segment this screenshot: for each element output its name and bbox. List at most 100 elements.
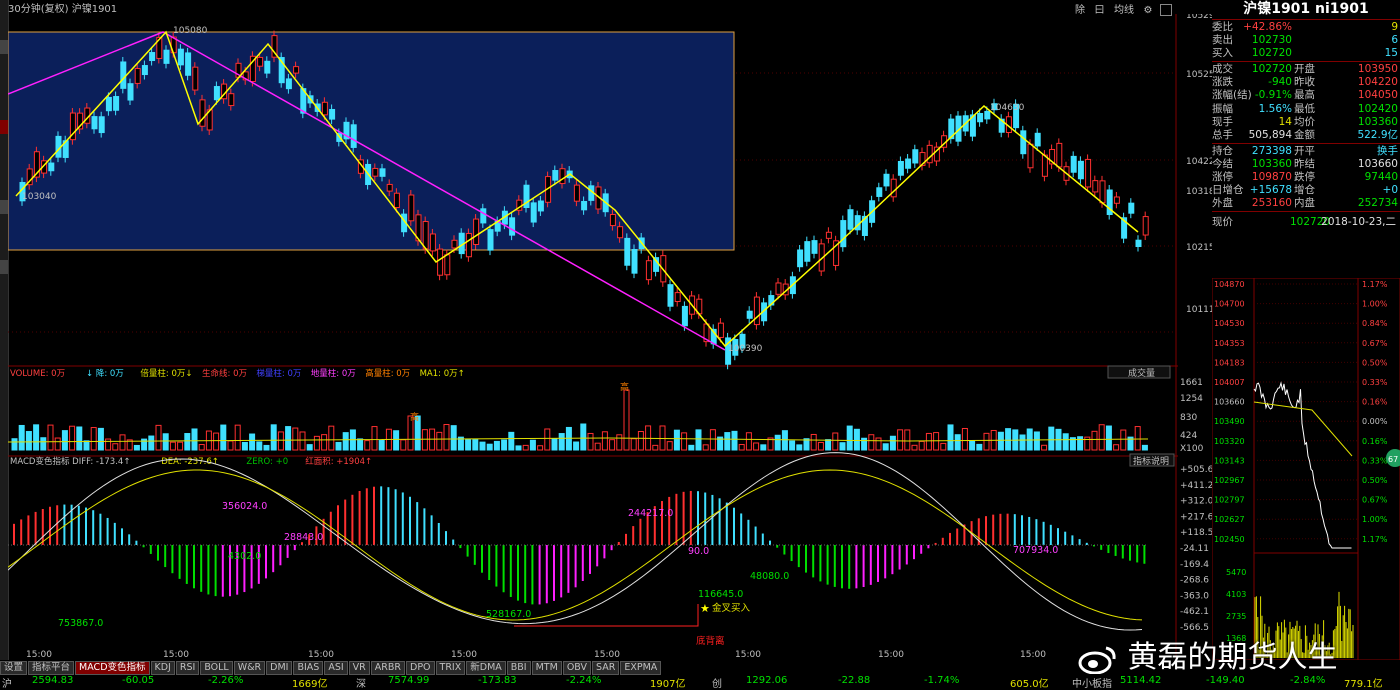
candle-body	[775, 282, 782, 295]
trade-stat-label2: 金额	[1294, 128, 1315, 141]
position-stat-row: 外盘 253160 内盘 252734	[1212, 197, 1400, 210]
volume-bar	[594, 442, 601, 451]
volume-bar	[1098, 424, 1105, 451]
indicator-tab[interactable]: DMI	[266, 661, 293, 675]
volume-bar	[1005, 428, 1012, 451]
volume-bar	[493, 440, 500, 451]
candle-body	[465, 233, 472, 258]
macd-annotation-7: 707934.0	[1013, 545, 1058, 556]
candle-body	[134, 68, 141, 84]
volume-bar	[90, 427, 97, 451]
candle-body	[487, 229, 494, 251]
now-date: 2018-10-23,二	[1321, 216, 1396, 229]
volume-legend-2: 倍量柱: 0万↓	[140, 368, 192, 379]
status-item: -173.83	[478, 675, 517, 686]
status-item: 7574.99	[388, 675, 430, 686]
volume-bar	[479, 441, 486, 451]
volume-bar	[760, 444, 767, 451]
macd-legend-2: ZERO: +0	[246, 457, 288, 467]
indicator-tab[interactable]: 指标平台	[28, 661, 75, 675]
volume-bar	[983, 432, 990, 451]
indicator-tab[interactable]: VR	[348, 661, 370, 675]
candle-body	[840, 220, 847, 248]
intraday-mini-chart[interactable]: 104870 104700 104530 104353 104183 104007 1036…	[1212, 278, 1400, 660]
volume-bar	[781, 430, 788, 451]
volume-bar	[1019, 434, 1026, 451]
mini-right-tick-3: 0.67%	[1362, 339, 1388, 348]
indicator-tab[interactable]: EXPMA	[620, 661, 662, 675]
side-tab-active[interactable]	[0, 120, 8, 134]
volume-bar	[933, 432, 940, 451]
position-stat-row: 日增仓 +15678 增仓 +0	[1212, 184, 1400, 197]
volume-bar	[169, 441, 176, 451]
side-tab[interactable]	[0, 40, 8, 54]
position-stats-rows: 持仓 273398 开平 换手 今结 103360 昨结 103660 涨停 109870 跌停 97…	[1212, 145, 1400, 210]
indicator-tab[interactable]: SAR	[592, 661, 620, 675]
price-tick-4: 102150	[1186, 243, 1212, 253]
volume-bar	[342, 432, 349, 451]
candle-body	[199, 99, 206, 127]
indicator-tab[interactable]: BBI	[506, 661, 531, 675]
position-stat-label: 持仓	[1212, 144, 1233, 157]
indicator-tab[interactable]: OBV	[562, 661, 592, 675]
indicator-tab[interactable]: MTM	[531, 661, 562, 675]
candle-body	[746, 310, 753, 319]
orderbook-label: 买入	[1212, 47, 1233, 60]
candle-body	[804, 241, 811, 262]
side-tab[interactable]	[0, 260, 8, 274]
volume-bar	[313, 435, 320, 451]
indicator-tab[interactable]: 新DMA	[466, 661, 506, 675]
volume-bar	[882, 443, 889, 451]
price-label-high: 105080	[173, 26, 208, 36]
trade-stat-label2: 昨收	[1294, 76, 1315, 89]
mini-left-tick-1: 104700	[1214, 300, 1245, 309]
candle-body	[681, 305, 688, 327]
indicator-tab[interactable]: BIAS	[293, 661, 324, 675]
volume-bar	[263, 444, 270, 451]
status-item: -1.74%	[924, 675, 960, 686]
candle-body	[408, 194, 415, 222]
macd-annotation-6: 48080.0	[750, 571, 789, 582]
mini-right-tick-6: 0.16%	[1362, 398, 1388, 407]
volume-bar	[148, 435, 155, 451]
candle-body	[192, 66, 199, 91]
status-item: -2.84%	[1290, 675, 1326, 686]
candle-body	[386, 183, 393, 192]
volume-bar	[328, 425, 335, 451]
indicator-tab[interactable]: BOLL	[200, 661, 233, 675]
side-tab[interactable]	[0, 200, 8, 214]
candle-body	[329, 108, 336, 120]
indicator-tab[interactable]: ARBR	[370, 661, 405, 675]
time-tick-2: 15:00	[308, 650, 334, 660]
indicator-tab[interactable]: KDJ	[150, 661, 175, 675]
main-chart[interactable]: 105080 103040 104630 100390 105291 105255…	[8, 14, 1212, 660]
volume-bar	[184, 433, 191, 451]
candle-body	[480, 208, 487, 224]
indicator-tab[interactable]: TRIX	[435, 661, 466, 675]
volume-select-label: 成交量	[1128, 367, 1155, 379]
indicator-tab[interactable]: W&R	[233, 661, 266, 675]
volume-tick-0: 1661	[1180, 378, 1203, 388]
candle-body	[1077, 160, 1084, 180]
candle-body	[1085, 158, 1092, 188]
volume-tick-1: 1254	[1180, 394, 1203, 404]
orderbook-value2: 9	[1391, 21, 1398, 33]
status-item: -22.88	[838, 675, 871, 686]
volume-bar	[256, 441, 263, 451]
macd-axis: +505.6 +411.2 +312.0 +217.6 +118.5 -24.11 -169…	[1180, 465, 1212, 633]
volume-bar	[681, 432, 688, 451]
time-tick-7: 15:00	[1020, 650, 1046, 660]
mini-right-tick-2: 0.84%	[1362, 319, 1388, 328]
indicator-tab[interactable]: 设置	[0, 661, 28, 675]
indicator-tab[interactable]: MACD变色指标	[75, 661, 150, 675]
indicator-tab[interactable]: RSI	[175, 661, 200, 675]
candle-body	[674, 292, 681, 303]
volume-bar	[544, 428, 551, 451]
indicator-tab[interactable]: DPO	[406, 661, 435, 675]
macd-annotation-1: 28843.0	[284, 532, 323, 543]
volume-bar	[436, 431, 443, 451]
volume-legend-1: ↓ 降: 0万	[86, 368, 124, 379]
indicator-tab[interactable]: ASI	[324, 661, 348, 675]
candle-body	[609, 213, 616, 227]
volume-bar	[623, 389, 630, 451]
